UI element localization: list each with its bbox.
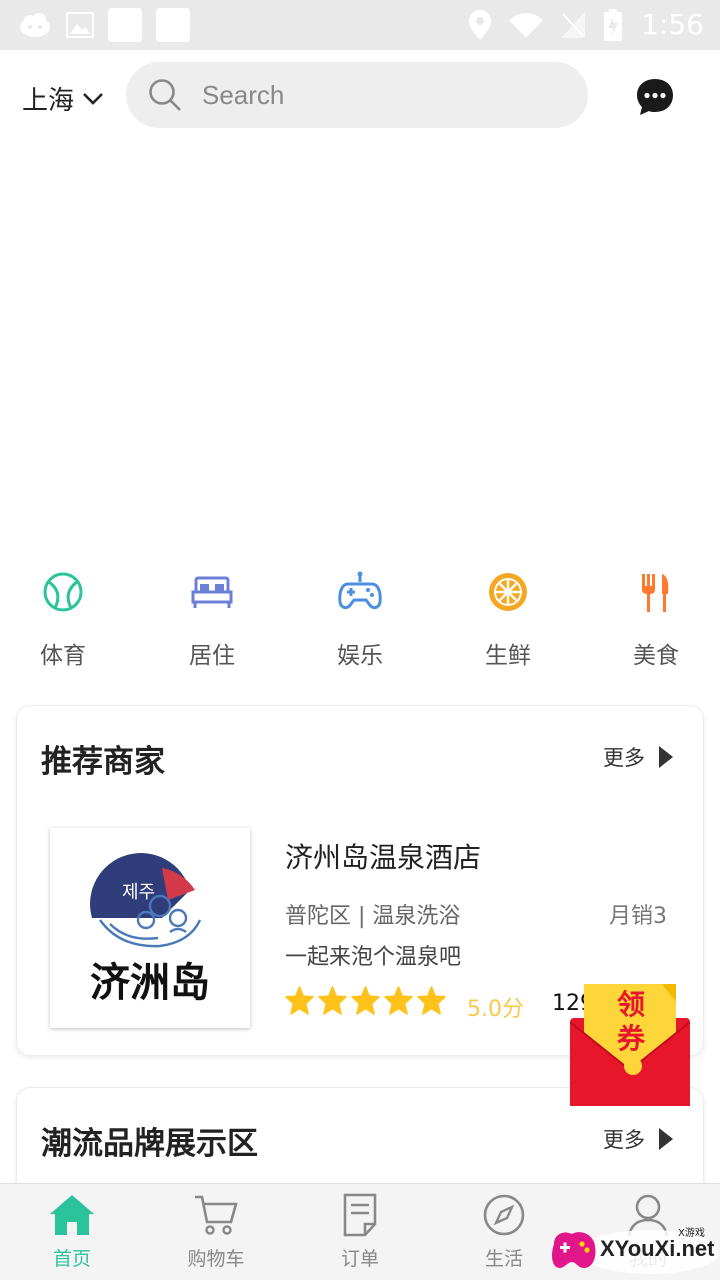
- star-icon: [285, 986, 314, 1015]
- star-icon: [384, 986, 413, 1015]
- category-label: 娱乐: [337, 643, 383, 669]
- nav-label: 首页: [52, 1248, 91, 1270]
- gamepad-icon: [338, 571, 382, 610]
- cloud-notification-icon: [20, 13, 50, 37]
- nav-orders[interactable]: 订单: [300, 1192, 420, 1271]
- jeju-logo: 제주 济洲岛: [90, 853, 210, 1006]
- category-label: 居住: [189, 643, 235, 669]
- city-selector[interactable]: 上海: [22, 80, 104, 117]
- signal-off-icon: [561, 11, 586, 38]
- more-label: 更多: [603, 746, 645, 770]
- search-bar[interactable]: Search: [126, 62, 588, 128]
- category-housing[interactable]: 居住: [162, 570, 262, 670]
- category-label: 美食: [633, 643, 679, 669]
- search-icon: [149, 79, 181, 111]
- rating-score: 5.0分: [467, 997, 524, 1022]
- image-notification-icon: [66, 12, 94, 38]
- more-label: 更多: [603, 1128, 645, 1152]
- notification-square-icon: [156, 8, 190, 42]
- category-label: 生鲜: [485, 643, 531, 669]
- nav-home[interactable]: 首页: [12, 1192, 132, 1271]
- red-envelope-icon: 领 券: [569, 984, 691, 1106]
- banner-area[interactable]: [0, 145, 720, 565]
- coupon-text-2: 券: [617, 1022, 646, 1055]
- more-link[interactable]: 更多: [603, 742, 673, 772]
- category-sports[interactable]: 体育: [13, 570, 113, 670]
- status-time: 1:56: [641, 8, 704, 41]
- status-bar: 1:56: [0, 0, 720, 50]
- top-bar: 上海 Search: [0, 50, 720, 145]
- shop-logo-image[interactable]: 제주 济洲岛: [50, 828, 250, 1028]
- shop-area: 普陀区 | 温泉洗浴: [285, 904, 461, 929]
- shop-monthly-sales: 月销3: [609, 904, 667, 929]
- nav-life[interactable]: 生活: [444, 1192, 564, 1271]
- nav-label: 生活: [484, 1248, 523, 1270]
- category-food[interactable]: 美食: [606, 570, 706, 670]
- shop-description: 一起来泡个温泉吧: [285, 945, 462, 970]
- watermark-text: XYouXi.net: [600, 1236, 715, 1261]
- nav-label: 购物车: [187, 1248, 245, 1270]
- location-icon: [469, 9, 492, 40]
- star-icon: [318, 986, 347, 1015]
- coupon-red-envelope[interactable]: 领 券: [569, 978, 691, 1106]
- logo-text: 济洲岛: [90, 959, 210, 1006]
- compass-icon: [483, 1194, 525, 1236]
- orange-slice-icon: [489, 573, 527, 611]
- coupon-text-1: 领: [617, 988, 645, 1021]
- category-label: 体育: [40, 643, 86, 669]
- section-title: 潮流品牌展示区: [41, 1126, 258, 1162]
- sports-ball-icon: [43, 572, 83, 612]
- play-arrow-icon: [659, 1128, 673, 1150]
- chevron-down-icon: [83, 92, 103, 105]
- watermark: X游戏 XYouXi.net: [550, 1222, 718, 1276]
- bed-icon: [191, 576, 233, 608]
- home-icon: [50, 1195, 94, 1235]
- category-row: 体育 居住 娱乐 生鲜 美食: [0, 570, 720, 680]
- fork-knife-icon: [642, 574, 669, 612]
- category-entertainment[interactable]: 娱乐: [310, 570, 410, 670]
- notification-square-icon: [108, 8, 142, 42]
- more-link[interactable]: 更多: [603, 1124, 673, 1154]
- category-fresh[interactable]: 生鲜: [458, 570, 558, 670]
- search-placeholder: Search: [202, 79, 285, 110]
- shop-name[interactable]: 济州岛温泉酒店: [285, 836, 481, 876]
- city-label: 上海: [22, 86, 75, 116]
- star-icon: [351, 986, 380, 1015]
- message-icon[interactable]: [636, 78, 674, 116]
- cart-icon: [195, 1195, 238, 1235]
- section-title: 推荐商家: [41, 744, 165, 780]
- nav-cart[interactable]: 购物车: [156, 1192, 276, 1271]
- play-arrow-icon: [659, 746, 673, 768]
- star-rating: [285, 986, 446, 1015]
- nav-label: 订单: [340, 1248, 379, 1270]
- battery-charging-icon: [604, 8, 623, 41]
- svg-text:제주: 제주: [122, 882, 155, 903]
- star-icon: [417, 986, 446, 1015]
- wifi-icon: [509, 12, 544, 38]
- order-icon: [343, 1193, 377, 1237]
